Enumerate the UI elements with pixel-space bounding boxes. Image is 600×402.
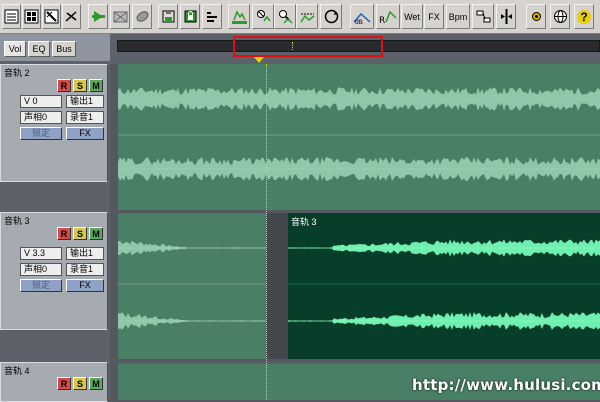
svg-text:R: R	[379, 16, 385, 26]
toolbar-button-12-icon[interactable]	[252, 4, 274, 29]
toolbar-button-14-icon[interactable]	[296, 4, 318, 29]
volume-field[interactable]: V 3.3	[20, 247, 62, 260]
lock-button[interactable]: 锁定	[20, 279, 62, 292]
fx-envelope-button[interactable]: FX	[424, 4, 444, 29]
tab-vol[interactable]: Vol	[4, 41, 26, 57]
playhead-cursor	[266, 64, 267, 400]
toolbar-button-5-icon[interactable]	[88, 4, 108, 29]
fx-button[interactable]: FX	[66, 279, 104, 292]
toolbar-button-1-icon[interactable]	[2, 4, 21, 29]
lane-track-2[interactable]	[118, 64, 600, 210]
toolbar-button-10-icon[interactable]	[202, 4, 222, 29]
toolbar-button-15-icon[interactable]	[320, 4, 342, 29]
playhead-marker[interactable]	[254, 57, 264, 63]
watermark: http://www.hulusi.com	[412, 376, 600, 394]
toolbar-button-9-icon[interactable]	[180, 4, 200, 29]
toolbar-button-6-icon[interactable]	[110, 4, 130, 29]
mute-button[interactable]: M	[89, 227, 103, 240]
track-name: 音轨 3	[4, 216, 30, 226]
track-name: 音轨 4	[4, 366, 30, 376]
waveform	[118, 240, 266, 330]
toolbar-button-13-icon[interactable]	[274, 4, 296, 29]
track-panel: Vol EQ Bus 音轨 2 R S M V 0 输出1 声相0 录音1 锁定…	[0, 34, 110, 402]
pan-field[interactable]: 声相0	[20, 111, 62, 124]
solo-button[interactable]: S	[73, 377, 87, 390]
lock-button[interactable]: 锁定	[20, 127, 62, 140]
toolbar-button-2-icon[interactable]	[22, 4, 41, 29]
output-field[interactable]: 输出1	[66, 95, 104, 108]
record-input-field[interactable]: 录音1	[66, 263, 104, 276]
track-header-3[interactable]: 音轨 3 R S M V 3.3 输出1 声相0 录音1 锁定 FX	[0, 212, 108, 330]
bpm-button[interactable]: Bpm	[446, 4, 470, 29]
solo-button[interactable]: S	[73, 79, 87, 92]
output-field[interactable]: 输出1	[66, 247, 104, 260]
clip-label: 音轨 3	[291, 217, 317, 227]
volume-field[interactable]: V 0	[20, 95, 62, 108]
bpm-label: Bpm	[448, 11, 468, 22]
panel-tabs: Vol EQ Bus	[0, 34, 110, 61]
mute-button[interactable]: M	[89, 79, 103, 92]
record-arm-button[interactable]: R	[57, 79, 71, 92]
clip-gap	[266, 213, 288, 359]
lane-track-3[interactable]: 音轨 3	[118, 213, 600, 359]
track-name: 音轨 2	[4, 68, 30, 78]
tab-bus[interactable]: Bus	[52, 41, 76, 57]
fx-label: FX	[428, 11, 440, 22]
split-icon[interactable]	[472, 4, 494, 29]
highlight-box	[233, 36, 383, 57]
record-arm-button[interactable]: R	[57, 377, 71, 390]
pan-field[interactable]: 声相0	[20, 263, 62, 276]
waveform	[118, 87, 600, 181]
solo-button[interactable]: S	[73, 227, 87, 240]
help-label: ?	[577, 9, 591, 24]
record-arm-button[interactable]: R	[57, 227, 71, 240]
toolbar-button-7-icon[interactable]	[132, 4, 152, 29]
mute-button[interactable]: M	[89, 377, 103, 390]
pan-envelope-icon[interactable]: R	[376, 4, 400, 29]
track-header-4[interactable]: 音轨 4 R S M	[0, 362, 108, 402]
tab-eq[interactable]: EQ	[28, 41, 50, 57]
wet-label: Wet	[404, 11, 420, 22]
toolbar-button-3-icon[interactable]	[42, 4, 61, 29]
settings-icon[interactable]	[526, 4, 546, 29]
record-input-field[interactable]: 录音1	[66, 111, 104, 124]
toolbar-button-8-icon[interactable]	[158, 4, 178, 29]
waveform	[288, 239, 600, 330]
toolbar-button-4-icon[interactable]	[62, 4, 81, 29]
track-header-2[interactable]: 音轨 2 R S M V 0 输出1 声相0 录音1 锁定 FX	[0, 64, 108, 182]
audio-clip-selected[interactable]: 音轨 3	[288, 213, 600, 359]
globe-icon[interactable]	[550, 4, 570, 29]
toolbar: dB R Wet FX Bpm ?	[0, 0, 600, 34]
db-envelope-icon[interactable]: dB	[350, 4, 374, 29]
svg-text:dB: dB	[355, 19, 363, 26]
fx-button[interactable]: FX	[66, 127, 104, 140]
snap-icon[interactable]	[496, 4, 516, 29]
audio-clip-left[interactable]	[118, 213, 266, 359]
toolbar-button-11-icon[interactable]	[228, 4, 250, 29]
audio-clip[interactable]	[118, 64, 600, 210]
wet-button[interactable]: Wet	[401, 4, 423, 29]
help-button[interactable]: ?	[574, 4, 594, 29]
